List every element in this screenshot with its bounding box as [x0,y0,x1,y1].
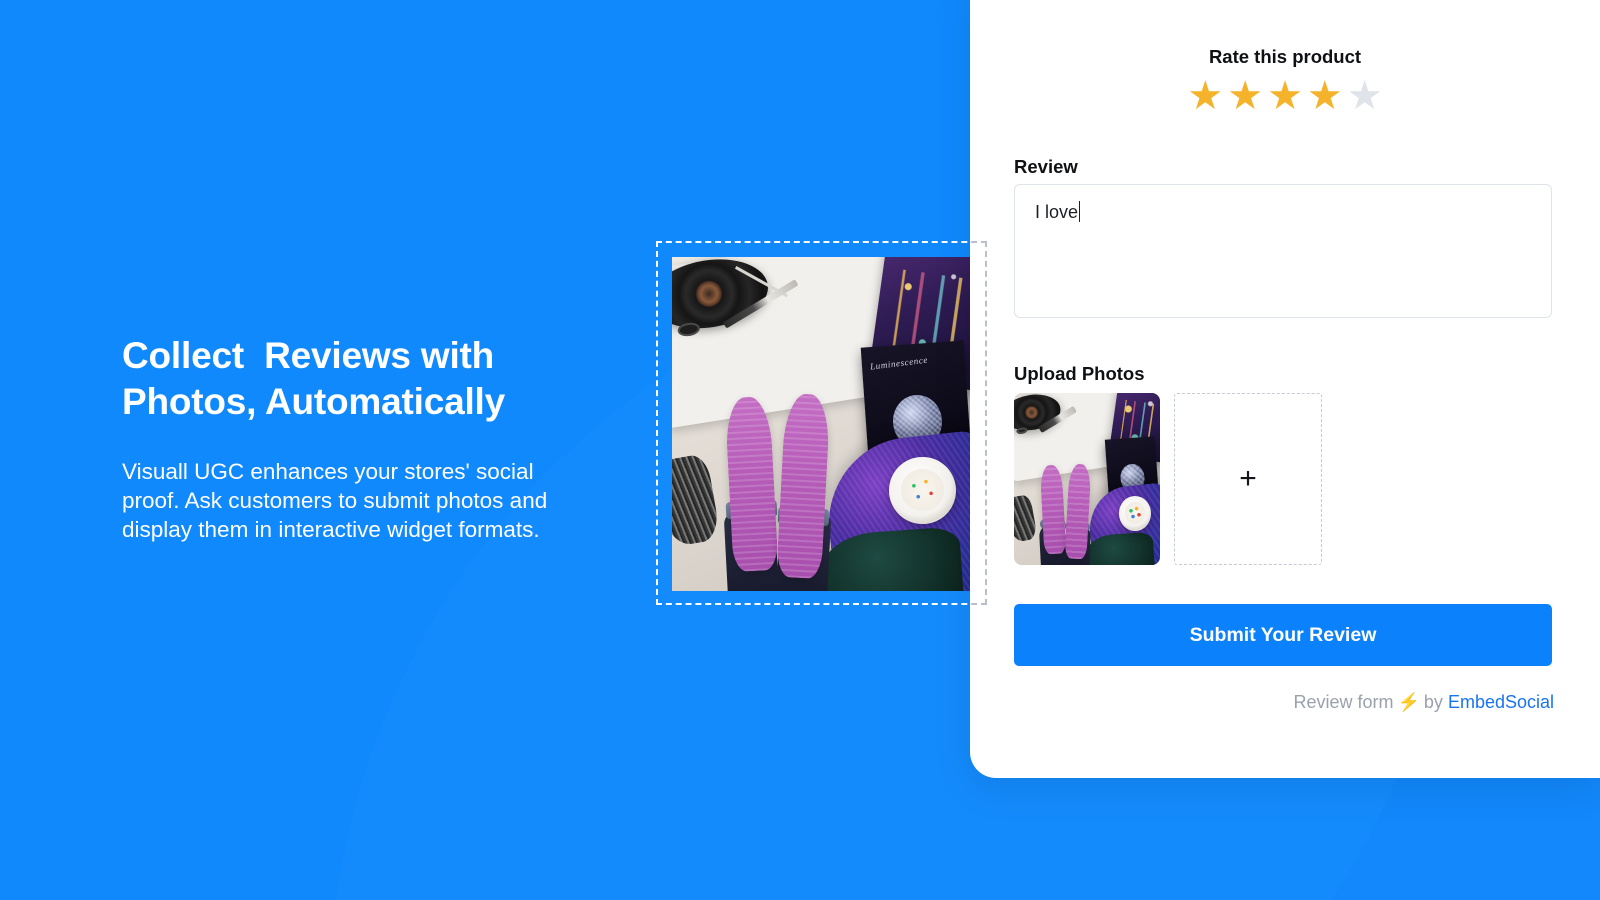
thumb-dessert-plate [1119,496,1152,531]
page-title: Collect Reviews with Photos, Automatical… [122,335,505,422]
star-2-icon[interactable]: ★ [1227,76,1263,116]
star-1-icon[interactable]: ★ [1187,76,1223,116]
upload-photos-row: + [1014,393,1322,565]
form-attribution: Review form ⚡ by EmbedSocial [970,692,1554,713]
uploaded-photo-thumbnail[interactable] [1014,393,1160,565]
rate-product-label: Rate this product [1208,46,1362,67]
photo-selection-frame[interactable] [656,241,987,605]
star-4-icon[interactable]: ★ [1307,76,1343,116]
plus-icon: + [1239,462,1257,495]
attribution-prefix: Review form [1293,692,1394,712]
review-input-value: I love [1035,202,1079,222]
review-form-card: Rate this product ★ ★ ★ ★ ★ Review I lov… [970,0,1600,778]
upload-photos-label: Upload Photos [1014,363,1145,384]
hero-copy: Collect Reviews with Photos, Automatical… [122,333,592,544]
star-rating[interactable]: ★ ★ ★ ★ ★ [970,76,1600,116]
star-5-icon[interactable]: ★ [1347,76,1383,116]
lightning-bolt-icon: ⚡ [1397,692,1420,712]
review-input[interactable]: I love [1014,184,1552,318]
text-cursor [1079,201,1081,222]
review-label: Review [1014,156,1078,177]
thumbnail-scene [1014,393,1160,565]
hero-subtitle: Visuall UGC enhances your stores' social… [122,459,548,542]
add-photo-button[interactable]: + [1174,393,1322,565]
star-3-icon[interactable]: ★ [1267,76,1303,116]
attribution-by: by [1423,692,1443,712]
submit-review-button[interactable]: Submit Your Review [1014,604,1552,666]
embedsocial-link[interactable]: EmbedSocial [1448,692,1554,712]
thumb-dessert-with-sprinkles [1124,502,1146,524]
page-root: Collect Reviews with Photos, Automatical… [0,0,1600,900]
